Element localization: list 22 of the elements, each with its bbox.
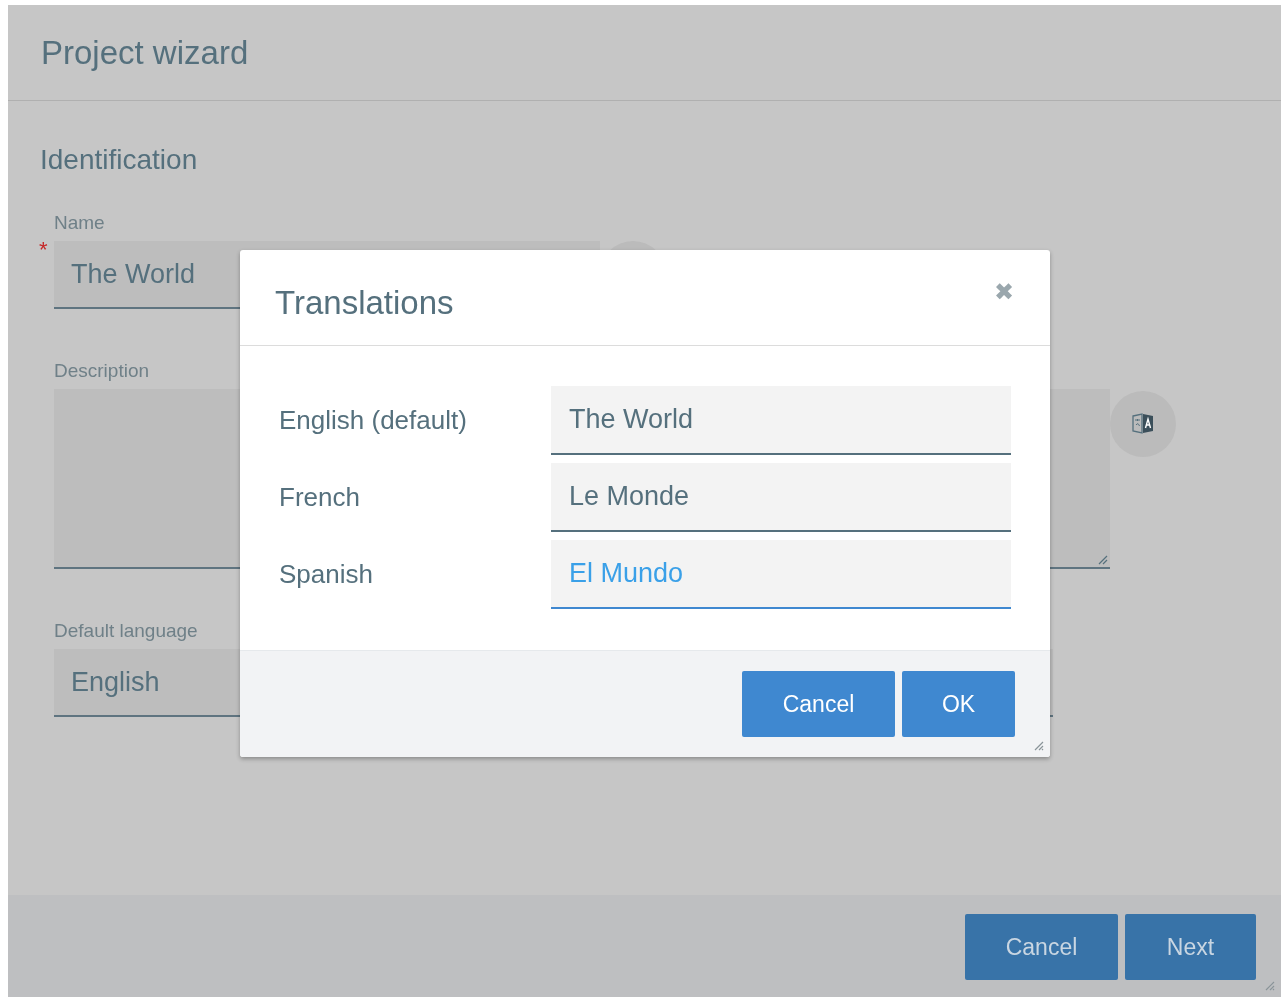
resize-grip-icon[interactable] bbox=[1032, 739, 1044, 751]
window-title: Project wizard bbox=[41, 32, 249, 73]
resize-grip-icon[interactable] bbox=[1096, 553, 1108, 565]
dialog-button[interactable]: Cancel bbox=[742, 671, 895, 737]
close-button[interactable]: ✖ bbox=[994, 274, 1014, 310]
resize-grip-icon[interactable] bbox=[1263, 979, 1275, 991]
field-label: Default language bbox=[54, 619, 199, 643]
required-mark: * bbox=[39, 239, 48, 261]
footer-button[interactable]: Next bbox=[1125, 914, 1256, 980]
section-title: Identification bbox=[40, 143, 199, 177]
input-field[interactable]: The World bbox=[551, 386, 1011, 455]
field-label: Name bbox=[54, 211, 106, 235]
dialog-title: Translations bbox=[275, 283, 454, 323]
footer-button[interactable]: Cancel bbox=[965, 914, 1118, 980]
input-field[interactable]: El Mundo bbox=[551, 540, 1011, 609]
field-label: Description bbox=[54, 359, 151, 383]
language-label: French bbox=[279, 481, 361, 514]
language-label: Spanish bbox=[279, 558, 374, 591]
translate-icon bbox=[1130, 411, 1156, 437]
input-field[interactable]: Le Monde bbox=[551, 463, 1011, 532]
language-label: English (default) bbox=[279, 404, 468, 437]
dialog-button[interactable]: OK bbox=[902, 671, 1015, 737]
